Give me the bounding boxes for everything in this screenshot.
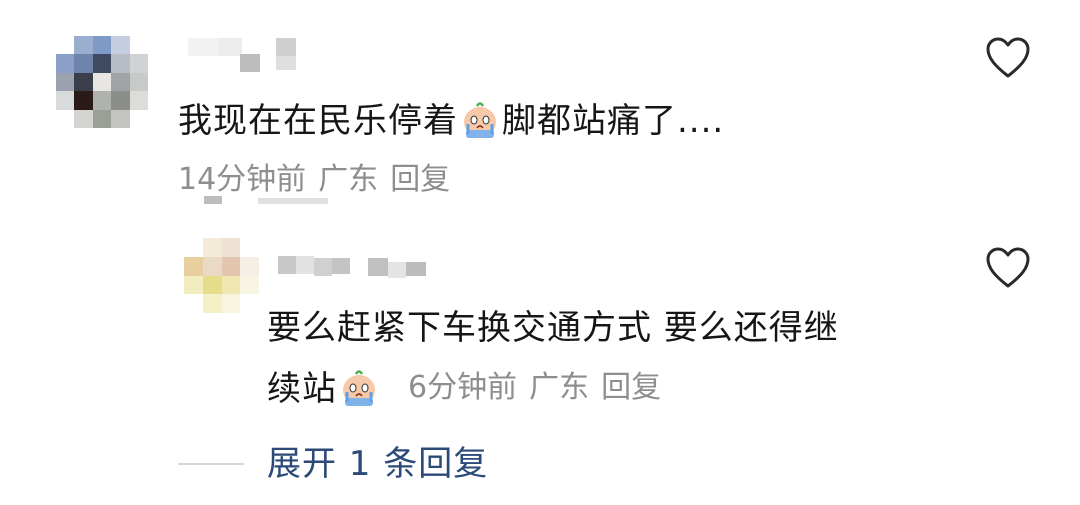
reply-button[interactable]: 回复 [390, 162, 450, 197]
reply-text-line-1: 要么赶紧下车换交通方式 要么还得继 [267, 308, 839, 348]
reply-meta: 6分钟前 广东 回复 [408, 370, 673, 406]
comment-location: 广东 [318, 162, 379, 197]
reply-text-line-2: 续站 [267, 368, 381, 409]
expand-divider [178, 463, 244, 465]
blur-artifact [258, 198, 328, 204]
reply-location: 广东 [529, 370, 590, 405]
reply-button[interactable]: 回复 [601, 370, 661, 405]
comment-thread: 我现在在民乐停着 脚都站痛了.... 14分钟前 广东 回复 要么赶紧下车换交通… [0, 0, 1080, 505]
avatar[interactable] [184, 238, 259, 313]
like-heart-icon[interactable] [985, 246, 1031, 290]
reply-time: 6分钟前 [408, 370, 518, 405]
blur-artifact [204, 196, 222, 204]
crying-face-emoji [464, 102, 496, 138]
comment-meta: 14分钟前 广东 回复 [178, 162, 462, 198]
expand-replies-button[interactable]: 展开 1 条回复 [267, 444, 488, 484]
comment-text: 我现在在民乐停着 脚都站痛了.... [178, 101, 725, 141]
crying-face-emoji [343, 370, 375, 406]
like-heart-icon[interactable] [985, 36, 1031, 80]
avatar[interactable] [56, 36, 148, 128]
comment-time: 14分钟前 [178, 162, 307, 197]
